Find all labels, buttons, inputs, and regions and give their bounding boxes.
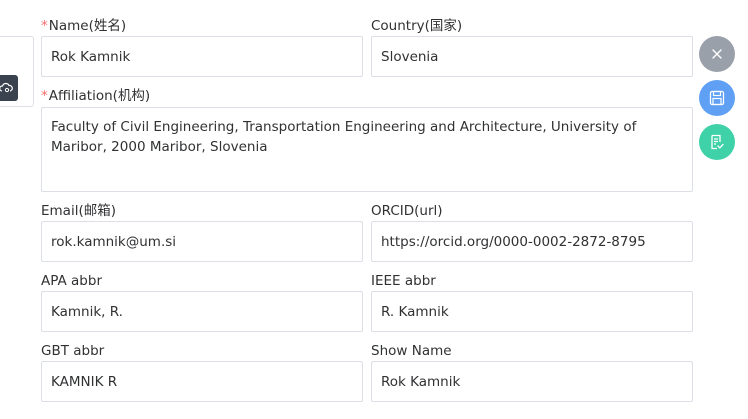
country-value: Slovenia (381, 48, 439, 65)
show-name-value: Rok Kamnik (381, 373, 461, 390)
apa-value: Kamnik, R. (51, 303, 123, 320)
apa-field[interactable]: Kamnik, R. (41, 291, 363, 332)
orcid-label: ORCID(url) (371, 203, 443, 219)
show-name-label: Show Name (371, 343, 452, 359)
affiliation-value: Faculty of Civil Engineering, Transporta… (51, 119, 637, 155)
required-marker: * (41, 18, 48, 34)
cloud-icon (0, 82, 13, 93)
left-panel-button[interactable] (0, 75, 18, 101)
name-field[interactable]: Rok Kamnik (41, 36, 363, 77)
orcid-field[interactable]: https://orcid.org/0000-0002-2872-8795 (371, 221, 693, 262)
affiliation-label: *Affiliation(机构) (41, 88, 151, 104)
document-check-icon (711, 134, 724, 150)
email-value: rok.kamnik@um.si (51, 233, 177, 250)
close-icon (712, 49, 722, 59)
required-marker: * (41, 88, 48, 104)
show-name-field[interactable]: Rok Kamnik (371, 361, 693, 402)
name-label: *Name(姓名) (41, 18, 127, 34)
save-icon (709, 90, 725, 106)
gbt-field[interactable]: KAMNIK R (41, 361, 363, 402)
affiliation-field[interactable]: Faculty of Civil Engineering, Transporta… (41, 107, 693, 192)
name-value: Rok Kamnik (51, 48, 131, 65)
email-label: Email(邮箱) (41, 203, 116, 219)
ieee-field[interactable]: R. Kamnik (371, 291, 693, 332)
orcid-value: https://orcid.org/0000-0002-2872-8795 (381, 233, 646, 250)
country-field[interactable]: Slovenia (371, 36, 693, 77)
ieee-value: R. Kamnik (381, 303, 449, 320)
submit-button[interactable] (699, 124, 735, 160)
ieee-label: IEEE abbr (371, 273, 436, 289)
close-button[interactable] (699, 36, 735, 72)
country-label: Country(国家) (371, 18, 463, 34)
apa-label: APA abbr (41, 273, 103, 289)
save-button[interactable] (699, 80, 735, 116)
gbt-label: GBT abbr (41, 343, 105, 359)
email-field[interactable]: rok.kamnik@um.si (41, 221, 363, 262)
gbt-value: KAMNIK R (51, 373, 118, 390)
